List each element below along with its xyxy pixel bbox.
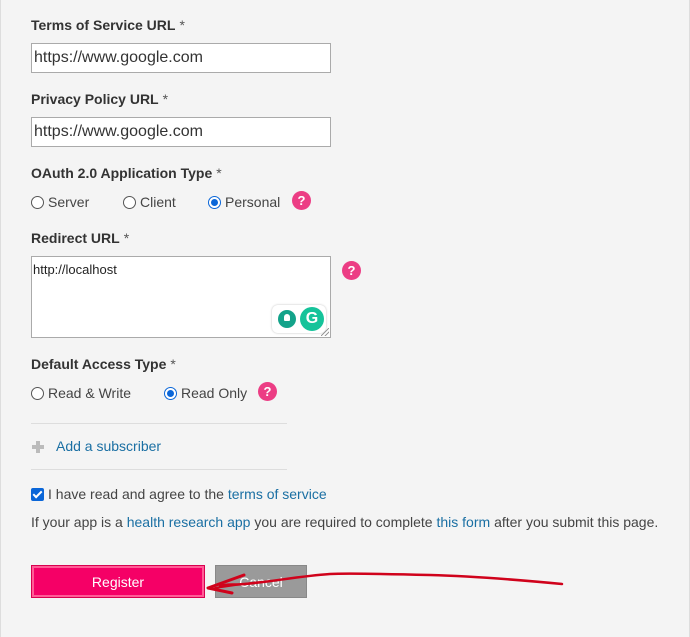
radio-label-client: Client <box>140 194 176 210</box>
register-button[interactable]: Register <box>31 565 205 598</box>
divider <box>31 423 287 424</box>
radio-button[interactable] <box>123 195 136 209</box>
radio-server[interactable]: Server <box>31 194 89 210</box>
grammarly-widget[interactable]: G <box>272 305 326 333</box>
radio-button-checked[interactable] <box>208 195 221 209</box>
radio-button[interactable] <box>31 386 44 400</box>
health-research-info: If your app is a health research app you… <box>31 514 658 530</box>
radio-personal[interactable]: Personal <box>208 194 280 210</box>
radio-client[interactable]: Client <box>123 194 176 210</box>
radio-label-server: Server <box>48 194 90 210</box>
access-help-icon[interactable]: ? <box>258 382 277 401</box>
radio-button[interactable] <box>31 195 44 209</box>
add-subscriber-link[interactable]: Add a subscriber <box>56 438 161 454</box>
radio-label-read-only: Read Only <box>181 385 248 401</box>
terms-of-service-link[interactable]: terms of service <box>228 486 327 502</box>
info-text: If your app is a <box>31 514 123 530</box>
redirect-url-textarea[interactable]: http://localhost G <box>31 256 331 338</box>
resize-handle[interactable] <box>321 328 329 336</box>
plus-icon[interactable] <box>32 441 44 453</box>
privacy-policy-label: Privacy Policy URL * <box>31 91 169 107</box>
lightbulb-icon[interactable] <box>278 310 296 328</box>
info-text: after you submit this page. <box>494 514 659 530</box>
health-research-app-link[interactable]: health research app <box>127 514 251 530</box>
radio-button-checked[interactable] <box>164 386 177 400</box>
divider <box>31 469 287 470</box>
radio-read-only[interactable]: Read Only <box>164 385 247 401</box>
privacy-policy-input[interactable] <box>31 117 331 147</box>
agreement-text: I have read and agree to the <box>48 486 224 502</box>
radio-read-write[interactable]: Read & Write <box>31 385 131 401</box>
agree-checkbox[interactable] <box>31 487 44 501</box>
this-form-link[interactable]: this form <box>436 514 490 530</box>
redirect-url-value: http://localhost <box>33 262 117 277</box>
oauth-help-icon[interactable]: ? <box>292 191 311 210</box>
redirect-url-label: Redirect URL * <box>31 230 130 246</box>
info-text: you are required to complete <box>254 514 433 530</box>
cancel-button[interactable]: Cancel <box>215 565 307 598</box>
radio-label-personal: Personal <box>225 194 281 210</box>
terms-of-service-input[interactable] <box>31 43 331 73</box>
terms-of-service-label: Terms of Service URL * <box>31 17 185 33</box>
redirect-help-icon[interactable]: ? <box>342 261 361 280</box>
access-type-label: Default Access Type * <box>31 356 176 372</box>
radio-label-read-write: Read & Write <box>48 385 131 401</box>
oauth-type-label: OAuth 2.0 Application Type * <box>31 165 222 181</box>
agreement-row: I have read and agree to the terms of se… <box>31 486 327 502</box>
